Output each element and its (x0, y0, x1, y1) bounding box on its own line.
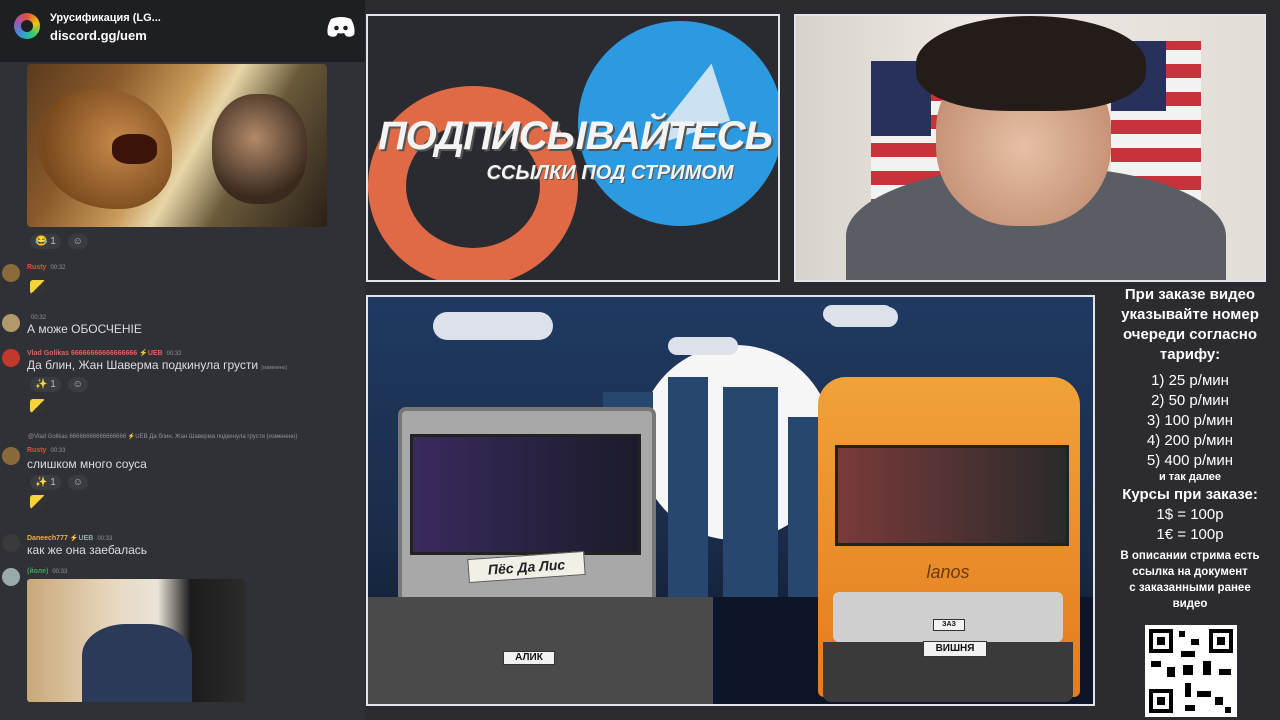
avatar[interactable] (2, 314, 20, 332)
tariff-item: 5) 400 р/мин (1146, 452, 1234, 469)
server-icon[interactable] (14, 13, 40, 39)
tariff-item: 1) 25 р/мин (1151, 372, 1229, 389)
tariff-item: 4) 200 р/мин (1146, 432, 1234, 449)
info-line: видео (1172, 598, 1208, 610)
tariff-list: 1) 25 р/мин 2) 50 р/мин 3) 100 р/мин 4) … (1100, 371, 1280, 471)
sticker-image (30, 399, 46, 413)
username[interactable]: Vlad Golikas 66666666666666666 ⚡UEB 00:32 (27, 349, 182, 357)
avatar[interactable] (2, 264, 20, 282)
add-reaction-icon[interactable]: ☺ (67, 475, 88, 490)
invite-link[interactable]: discord.gg/uem (50, 28, 147, 43)
add-reaction-icon[interactable]: ☺ (67, 377, 88, 392)
info-line: В описании стрима есть (1120, 550, 1260, 562)
tariff-item: 3) 100 р/мин (1146, 412, 1234, 429)
reaction-laugh[interactable]: 😂 1 (30, 234, 61, 249)
message-reactions: ✨ 1 ☺ (30, 377, 92, 392)
webcam-feed (794, 14, 1266, 282)
streamer-hair (916, 16, 1146, 111)
discord-chat-panel: Урусификация (LG... discord.gg/uem 😂 1 ☺… (0, 0, 365, 720)
subscribe-banner: ПОДПИСЫВАЙТЕСЬ ССЫЛКИ ПОД СТРИМОМ (366, 14, 780, 282)
van-plate-small: ЗАЗ (933, 619, 965, 631)
info-line: При заказе видео (1124, 286, 1256, 303)
info-line: тарифу: (1159, 346, 1221, 363)
building (668, 377, 708, 602)
right-plate: ВИШНЯ (923, 641, 987, 657)
message-text: слишком много соуса (27, 457, 147, 471)
reply-preview[interactable]: @Vlad Golikas 66666666666666666 ⚡UEB Да … (28, 433, 297, 440)
rates-title: Курсы при заказе: (1122, 486, 1258, 503)
reaction-sticker[interactable]: ✨ 1 (30, 475, 61, 490)
description-note: В описании стрима есть ссылка на докумен… (1100, 548, 1280, 612)
username[interactable]: 00:32 (27, 314, 46, 321)
add-reaction-icon[interactable]: ☺ (67, 234, 88, 249)
sticker-image (30, 280, 46, 294)
username[interactable]: (йоле) 00:33 (27, 568, 67, 575)
video-scene: Пёс Да Лис АЛИК lanos ЗАЗ ВИШНЯ (366, 295, 1095, 706)
rates-block: Курсы при заказе: 1$ = 100р 1€ = 100р (1100, 485, 1280, 545)
avatar[interactable] (2, 447, 20, 465)
video-attachment[interactable] (27, 579, 245, 702)
username[interactable]: Rusty 00:32 (27, 264, 65, 271)
cloud (823, 305, 893, 323)
server-name: Урусификация (LG... (50, 12, 161, 24)
avatar[interactable] (2, 349, 20, 367)
lion-mouth (112, 134, 157, 164)
tariff-item: 2) 50 р/мин (1151, 392, 1229, 409)
info-line: указывайте номер (1121, 306, 1259, 323)
avatar[interactable] (2, 568, 20, 586)
message-text: А може ОБОСЧЕНІЕ (27, 322, 142, 336)
username[interactable]: Rusty 00:33 (27, 447, 65, 454)
sticker-image (30, 495, 46, 509)
message-text: Да блин, Жан Шаверма подкинула грусти (и… (27, 358, 288, 372)
rate-item: 1$ = 100р (1156, 506, 1224, 523)
message-text: как же она заебалась (27, 543, 148, 557)
left-plate: АЛИК (503, 651, 555, 665)
discord-logo-icon (327, 17, 355, 37)
image-reactions: 😂 1 ☺ (30, 234, 92, 249)
monkey (212, 94, 307, 204)
order-info-panel: При заказе видео указывайте номер очеред… (1100, 285, 1280, 612)
subscribe-title: ПОДПИСЫВАЙТЕСЬ (377, 114, 773, 158)
discord-header: Урусификация (LG... discord.gg/uem (0, 0, 365, 62)
info-line: очереди согласно (1122, 326, 1258, 343)
tariff-etc: и так далее (1158, 471, 1222, 483)
reaction-sticker[interactable]: ✨ 1 (30, 377, 61, 392)
van-windshield (835, 445, 1069, 546)
rate-item: 1€ = 100р (1156, 526, 1224, 543)
qr-code[interactable] (1145, 625, 1237, 717)
lion-monkey-image[interactable] (27, 64, 327, 227)
username[interactable]: Daneech777 ⚡UEB 00:33 (27, 534, 112, 542)
left-truck-cam (410, 434, 641, 555)
order-heading: При заказе видео указывайте номер очеред… (1100, 285, 1280, 365)
info-line: ссылка на документ (1132, 566, 1248, 578)
avatar[interactable] (2, 534, 20, 552)
cloud (668, 337, 738, 355)
person (82, 624, 192, 702)
building (723, 387, 778, 602)
cloud (433, 312, 553, 340)
message-reactions: ✨ 1 ☺ (30, 475, 92, 490)
van-grill (833, 592, 1063, 642)
subscribe-subtitle: ССЫЛКИ ПОД СТРИМОМ (486, 162, 734, 184)
van-brand: lanos (926, 562, 970, 582)
info-line: с заказанными ранее (1129, 582, 1251, 594)
